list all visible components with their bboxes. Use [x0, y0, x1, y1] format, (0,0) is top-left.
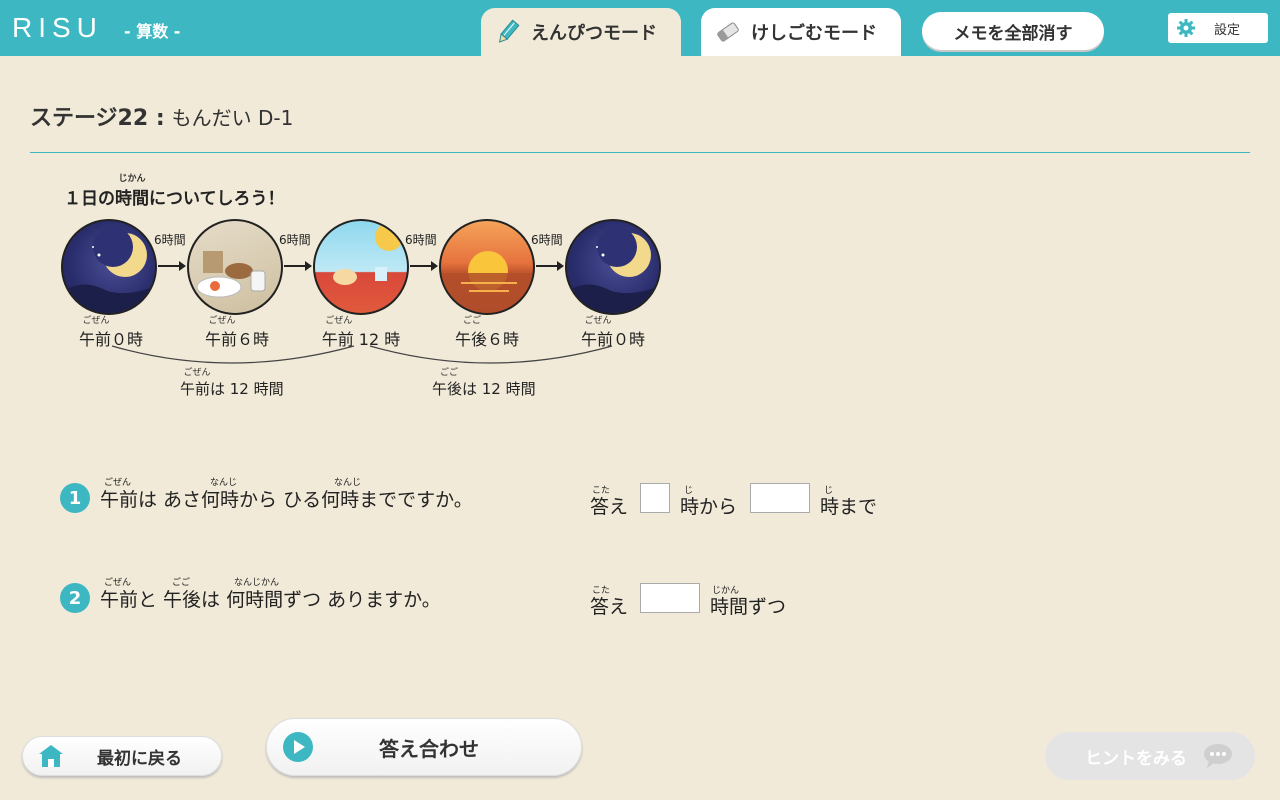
back-to-start-button[interactable]: 最初に戻る [22, 736, 222, 776]
intro-heading: １日の じかん時間についてしろう！ [64, 174, 285, 209]
pencil-icon [498, 19, 520, 43]
tab-pencil-mode[interactable]: えんぴつモード [481, 8, 681, 56]
tab-eraser-mode[interactable]: けしごむモード [701, 8, 901, 56]
furigana: なんじ [334, 478, 362, 488]
noon-image [313, 219, 409, 315]
answer-suffix-text: 時間ずつ [710, 596, 787, 618]
intro-heading-kanji-text: 時間 [115, 189, 149, 209]
play-icon [283, 732, 313, 762]
step-label-2: 6時間 [279, 233, 311, 247]
arrow-2 [284, 261, 312, 271]
eraser-icon [717, 22, 739, 42]
furigana: ごぜん [183, 368, 211, 378]
answer-prefix: 答え [590, 596, 629, 618]
answer-input-hours[interactable] [640, 583, 700, 613]
answer-label-2: こた 答え [590, 586, 629, 619]
risu-logo: RISU [12, 12, 103, 43]
furigana: ごご [172, 578, 191, 588]
tab-eraser-label: けしごむモード [751, 23, 877, 44]
furigana: じかん [712, 586, 740, 596]
am-span-label: ごぜん午前は 12 時間 [180, 368, 284, 399]
furigana: ごぜん [104, 578, 132, 588]
answer-suffix-2: じかん 時間ずつ [710, 586, 787, 619]
step-label-3: 6時間 [405, 233, 437, 247]
answer-label-1: こた 答え [590, 486, 629, 519]
answer-middle-1: じ 時から [680, 486, 738, 519]
furigana: ごぜん [584, 316, 612, 326]
sunset-image [439, 219, 535, 315]
stage-number: ステージ22 : [30, 106, 165, 131]
midnight-image-2 [565, 219, 661, 315]
gear-icon [1177, 19, 1195, 37]
pm-span-label: ごご午後は 12 時間 [432, 368, 536, 399]
moon-icon [63, 227, 155, 313]
furigana: じかん [118, 174, 146, 184]
span-brackets [111, 345, 613, 364]
answer-prefix: 答え [590, 496, 629, 518]
question-text-2-body: 午前と 午後は 何時間ずつ ありますか。 [100, 589, 441, 611]
midnight-image [61, 219, 157, 315]
pm-span-text: 午後は 12 時間 [432, 380, 536, 398]
tab-pencil-label: えんぴつモード [531, 23, 657, 44]
answer-suffix-text: 時まで [820, 496, 878, 518]
answer-suffix-1: じ 時まで [820, 486, 878, 519]
step-label-1: 6時間 [154, 233, 186, 247]
furigana: じ [824, 486, 834, 496]
check-answer-label: 答え合わせ [379, 736, 479, 761]
breakfast-icon [196, 251, 266, 298]
question-number-1: 1 [60, 483, 90, 513]
question-text-1-body: 午前は あさ何時から ひる何時までですか。 [100, 489, 473, 511]
hint-label: ヒントをみる [1085, 748, 1187, 769]
subject-label: - 算数 - [124, 22, 181, 41]
sun-icon [333, 223, 403, 285]
sunset-icon [441, 251, 533, 313]
question-text-1: ごぜん なんじ なんじ 午前は あさ何時から ひる何時までですか。 [100, 478, 473, 512]
page-title: ステージ22 : もんだい D-1 [30, 100, 293, 132]
question-text-2: ごぜん ごご なんじかん 午前と 午後は 何時間ずつ ありますか。 [100, 578, 441, 612]
step-label-4: 6時間 [531, 233, 563, 247]
furigana: なんじ [210, 478, 238, 488]
intro-heading-kanji: じかん 時間 [115, 174, 149, 209]
check-answer-button[interactable]: 答え合わせ [266, 718, 582, 776]
furigana: ごぜん [325, 316, 353, 326]
moon-icon [567, 227, 659, 313]
furigana: なんじかん [234, 578, 280, 588]
settings-label: 設定 [1214, 22, 1241, 38]
settings-button[interactable]: 設定 [1168, 13, 1268, 43]
divider [30, 152, 1250, 153]
furigana: ごぜん [82, 316, 110, 326]
top-bar: RISU - 算数 - えんぴつモード けしごむモード メモを全部消す 設定 [0, 0, 1280, 56]
furigana: ごぜん [104, 478, 132, 488]
intro-heading-prefix: １日の [64, 189, 115, 209]
house-icon [39, 745, 63, 767]
furigana: ごご [439, 368, 458, 378]
am-span-text: 午前は 12 時間 [180, 380, 284, 398]
hint-button[interactable]: ヒントをみる [1045, 732, 1255, 780]
furigana: こた [592, 486, 611, 496]
clear-memo-button[interactable]: メモを全部消す [922, 12, 1104, 50]
arrow-1 [158, 261, 186, 271]
breakfast-image [187, 219, 283, 315]
question-number-2: 2 [60, 583, 90, 613]
answer-input-end-hour[interactable] [750, 483, 810, 513]
furigana: こた [592, 586, 611, 596]
problem-id: もんだい D-1 [171, 106, 294, 130]
answer-middle-text: 時から [680, 496, 738, 518]
furigana: ごぜん [208, 316, 236, 326]
answer-input-start-hour[interactable] [640, 483, 670, 513]
speech-bubble-icon [1204, 744, 1232, 768]
furigana: じ [684, 486, 694, 496]
furigana: ごご [462, 316, 481, 326]
intro-heading-suffix: についてしろう！ [149, 189, 285, 209]
arrow-4 [536, 261, 564, 271]
back-label: 最初に戻る [97, 748, 182, 769]
arrow-3 [410, 261, 438, 271]
